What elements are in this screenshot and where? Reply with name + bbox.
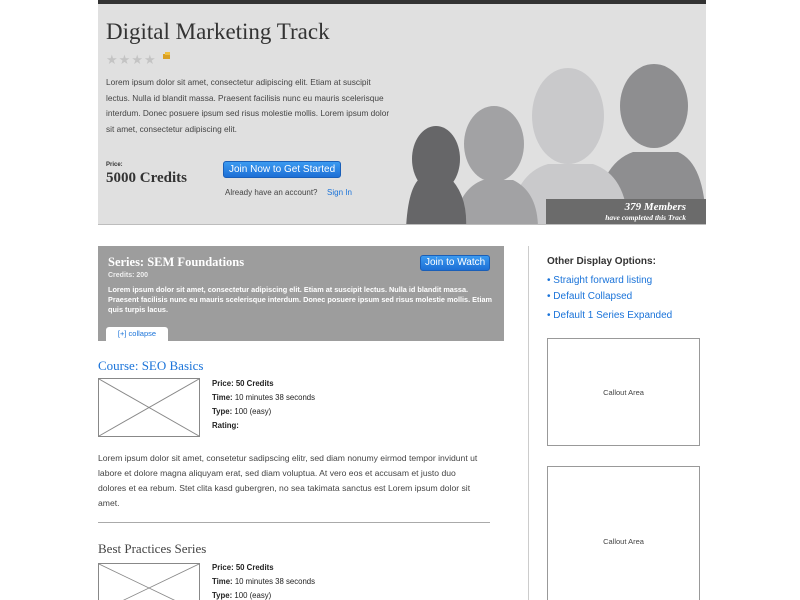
callout-area: Callout Area	[547, 466, 700, 600]
members-count: 379 Members	[624, 201, 686, 213]
track-description: Lorem ipsum dolor sit amet, consectetur …	[106, 77, 390, 134]
join-now-button[interactable]: Join Now to Get Started	[223, 161, 342, 178]
star-icon[interactable]: ★	[119, 53, 131, 66]
column-divider	[528, 246, 529, 600]
course-meta: Price: 50 Credits Time: 10 minutes 38 se…	[212, 377, 315, 433]
course-price-row: Price: 50 Credits	[212, 379, 274, 388]
series-heading: Best Practices Series	[98, 541, 207, 556]
rating-stars[interactable]: ★ ★ ★ ★	[106, 53, 156, 66]
members-subtitle: have completed this Track	[605, 213, 686, 222]
star-icon[interactable]: ★	[144, 53, 156, 66]
track-hero: Digital Marketing Track ★ ★ ★ ★ Lorem ip…	[98, 4, 706, 225]
series-credits: Credits: 200	[108, 272, 149, 279]
course-rating-row: Rating:	[212, 421, 239, 430]
course-description: Lorem ipsum dolor sit amet, consetetur s…	[98, 453, 478, 508]
course-meta: Price: 50 Credits Time: 10 minutes 38 se…	[212, 561, 315, 600]
option-series-expanded[interactable]: • Default 1 Series Expanded	[547, 310, 672, 321]
option-default-collapsed[interactable]: • Default Collapsed	[547, 291, 632, 302]
members-badge: 379 Members have completed this Track	[546, 199, 706, 224]
option-straight-listing[interactable]: • Straight forward listing	[547, 275, 652, 286]
star-icon[interactable]: ★	[131, 53, 143, 66]
course-price-row: Price: 50 Credits	[212, 563, 274, 572]
series-description: Lorem ipsum dolor sit amet, consectetur …	[108, 285, 493, 314]
track-title: Digital Marketing Track	[106, 19, 330, 44]
callout-area: Callout Area	[547, 338, 700, 446]
course-type-row: Type: 100 (easy)	[212, 591, 272, 600]
series-panel: Series: SEM Foundations Credits: 200 Lor…	[98, 246, 504, 341]
course-thumbnail-placeholder	[98, 378, 200, 437]
price-label: Price:	[106, 162, 123, 168]
section-divider	[98, 522, 490, 523]
sign-in-link[interactable]: Sign In	[327, 188, 352, 197]
display-options-title: Other Display Options:	[547, 256, 656, 267]
course-time-row: Time: 10 minutes 38 seconds	[212, 393, 316, 402]
course-time-row: Time: 10 minutes 38 seconds	[212, 577, 316, 586]
rating-edit-icon[interactable]	[162, 51, 171, 60]
course-title-link[interactable]: Course: SEO Basics	[98, 358, 203, 374]
collapse-toggle[interactable]: [+] collapse	[106, 327, 168, 341]
course-type-row: Type: 100 (easy)	[212, 407, 272, 416]
series-title: Series: SEM Foundations	[108, 255, 245, 269]
account-prompt: Already have an account?	[225, 188, 318, 197]
price-value: 5000 Credits	[106, 170, 187, 186]
star-icon[interactable]: ★	[106, 53, 118, 66]
join-to-watch-button[interactable]: Join to Watch	[420, 255, 491, 271]
course-thumbnail-placeholder	[98, 563, 200, 600]
